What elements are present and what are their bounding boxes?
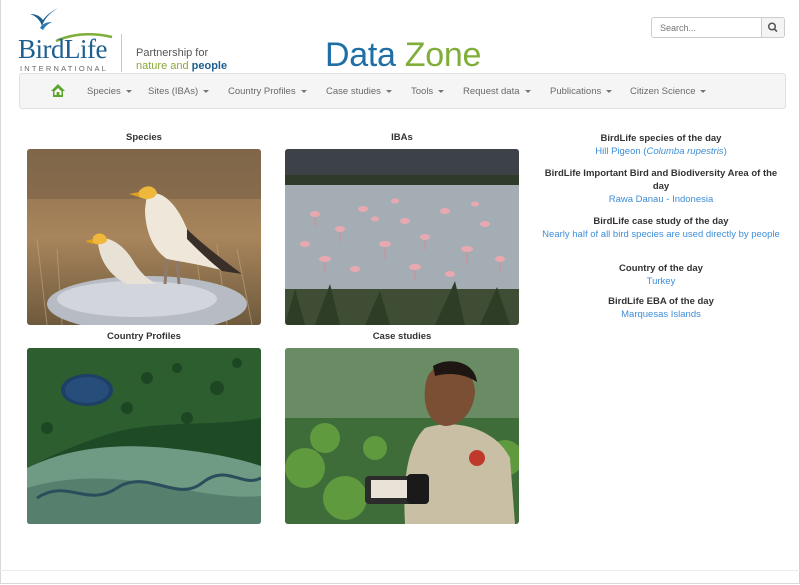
main-navbar: Species Sites (IBAs) Country Profiles Ca…	[19, 73, 786, 109]
header-divider	[121, 34, 122, 72]
flamingos-photo	[285, 149, 519, 325]
logo-wordmark: BirdLife	[18, 34, 107, 64]
bird-logo-icon	[30, 8, 58, 30]
nav-publications[interactable]: Publications	[550, 86, 613, 97]
birdlife-logo[interactable]: BirdLife INTERNATIONAL	[18, 6, 128, 73]
nav-sites-label: Sites (IBAs)	[148, 86, 199, 97]
nav-species-label: Species	[87, 86, 121, 97]
nav-citizen-science[interactable]: Citizen Science	[630, 86, 707, 97]
ranger-photo	[285, 348, 519, 524]
partnership-line1: Partnership for	[136, 47, 209, 59]
caret-down-icon	[606, 89, 613, 93]
tile-title-species[interactable]: Species	[27, 132, 261, 143]
caret-down-icon	[524, 89, 531, 93]
species-of-day: BirdLife species of the day Hill Pigeon …	[541, 132, 781, 158]
iba-of-day: BirdLife Important Bird and Biodiversity…	[541, 167, 781, 206]
site-title-zone: Zone	[404, 36, 482, 74]
nav-publications-label: Publications	[550, 86, 602, 97]
home-icon[interactable]	[50, 83, 66, 99]
tile-title-case-studies[interactable]: Case studies	[285, 331, 519, 342]
nav-sites[interactable]: Sites (IBAs)	[148, 86, 210, 97]
nav-species[interactable]: Species	[87, 86, 132, 97]
species-of-day-heading: BirdLife species of the day	[600, 133, 722, 144]
eba-of-day-heading: BirdLife EBA of the day	[608, 296, 714, 307]
tile-title-ibas[interactable]: IBAs	[285, 132, 519, 143]
nav-case-studies-label: Case studies	[326, 86, 381, 97]
search-icon	[767, 22, 778, 33]
nav-citizen-science-label: Citizen Science	[630, 86, 696, 97]
search-input[interactable]	[652, 18, 760, 37]
nav-tools[interactable]: Tools	[411, 86, 445, 97]
partnership-people: people	[191, 60, 228, 72]
species-image[interactable]	[27, 149, 261, 325]
caret-down-icon	[203, 89, 210, 93]
eba-of-day-link[interactable]: Marquesas Islands	[541, 308, 781, 321]
logo-subtitle: INTERNATIONAL	[20, 64, 109, 73]
case-studies-image[interactable]	[285, 348, 519, 524]
caret-down-icon	[438, 89, 445, 93]
nav-case-studies[interactable]: Case studies	[326, 86, 392, 97]
country-of-day: Country of the day Turkey	[541, 262, 781, 288]
case-study-of-day: BirdLife case study of the day Nearly ha…	[541, 215, 781, 241]
site-title[interactable]: Data Zone	[325, 36, 481, 75]
species-close-paren: )	[723, 146, 727, 157]
nav-request-data[interactable]: Request data	[463, 86, 531, 97]
case-study-of-day-heading: BirdLife case study of the day	[593, 216, 729, 227]
nav-country-profiles-label: Country Profiles	[228, 86, 296, 97]
caret-down-icon	[385, 89, 392, 93]
nav-request-data-label: Request data	[463, 86, 520, 97]
footer-divider	[0, 570, 800, 571]
country-profiles-image[interactable]	[27, 348, 261, 524]
site-title-data: Data	[325, 36, 405, 74]
species-common-name: Hill Pigeon (	[595, 146, 647, 157]
partnership-line2: nature and people	[136, 60, 227, 72]
vultures-photo	[27, 149, 261, 325]
eba-of-day: BirdLife EBA of the day Marquesas Island…	[541, 295, 781, 321]
search-box	[651, 17, 785, 38]
iba-of-day-link[interactable]: Rawa Danau - Indonesia	[541, 193, 781, 206]
country-of-day-heading: Country of the day	[619, 263, 703, 274]
caret-down-icon	[700, 89, 707, 93]
tile-title-country-profiles[interactable]: Country Profiles	[27, 331, 261, 342]
caret-down-icon	[300, 89, 307, 93]
ibas-image[interactable]	[285, 149, 519, 325]
search-button[interactable]	[761, 18, 784, 37]
nav-country-profiles[interactable]: Country Profiles	[228, 86, 307, 97]
case-study-of-day-link[interactable]: Nearly half of all bird species are used…	[541, 228, 781, 241]
forest-aerial-photo	[27, 348, 261, 524]
species-scientific-name: Columba rupestris	[646, 146, 724, 157]
caret-down-icon	[125, 89, 132, 93]
species-of-day-link[interactable]: Hill Pigeon (Columba rupestris)	[541, 145, 781, 158]
iba-of-day-heading: BirdLife Important Bird and Biodiversity…	[544, 168, 778, 192]
partnership-nature: nature and	[136, 60, 192, 72]
country-of-day-link[interactable]: Turkey	[541, 275, 781, 288]
nav-tools-label: Tools	[411, 86, 434, 97]
